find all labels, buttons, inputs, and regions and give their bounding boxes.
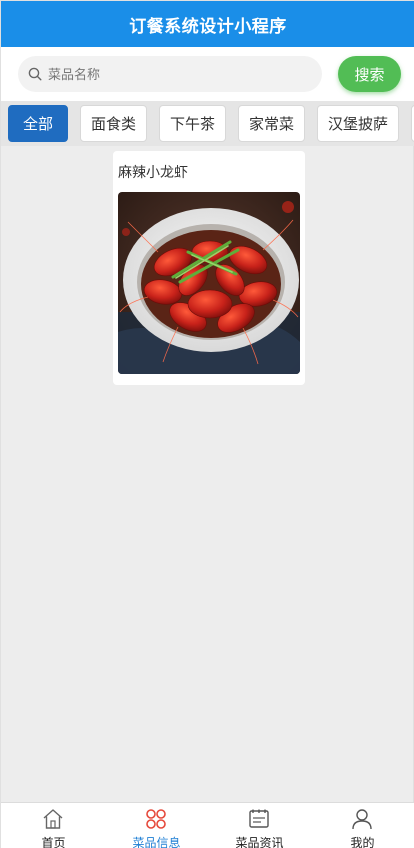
nav-label: 首页 <box>41 836 66 848</box>
app-screen: 订餐系统设计小程序 搜索 全部 面食类 下午茶 家常菜 汉堡披萨 麻辣小龙 <box>0 0 414 848</box>
nav-news[interactable]: 菜品资讯 <box>208 803 311 848</box>
search-box[interactable] <box>18 56 322 92</box>
dish-image[interactable] <box>118 192 300 374</box>
tab-label: 全部 <box>22 116 53 133</box>
search-icon <box>28 67 42 81</box>
nav-label: 我的 <box>350 836 375 848</box>
tab-all[interactable]: 全部 <box>8 105 68 142</box>
tab-label: 面食类 <box>90 116 136 133</box>
page-title: 订餐系统设计小程序 <box>129 16 287 36</box>
menu-grid-icon <box>146 809 166 829</box>
category-tabs: 全部 面食类 下午茶 家常菜 汉堡披萨 <box>1 101 414 146</box>
search-bar: 搜索 <box>1 47 414 101</box>
nav-dishes[interactable]: 菜品信息 <box>105 803 208 848</box>
nav-profile[interactable]: 我的 <box>311 803 414 848</box>
tab-home-cooking[interactable]: 家常菜 <box>238 105 305 142</box>
nav-home[interactable]: 首页 <box>2 803 105 848</box>
bottom-tab-bar: 首页 菜品信息 菜品资讯 我的 <box>1 802 414 848</box>
dish-card[interactable]: 麻辣小龙虾 <box>113 151 305 385</box>
tab-afternoon-tea[interactable]: 下午茶 <box>159 105 226 142</box>
nav-label: 菜品资讯 <box>235 836 284 848</box>
tab-noodles[interactable]: 面食类 <box>80 105 147 142</box>
news-icon <box>249 809 269 828</box>
search-input[interactable] <box>48 56 308 92</box>
nav-label: 菜品信息 <box>132 836 181 848</box>
app-header: 订餐系统设计小程序 <box>1 1 414 47</box>
search-button[interactable]: 搜索 <box>338 56 401 92</box>
tab-label: 下午茶 <box>169 116 215 133</box>
home-icon <box>43 809 63 829</box>
user-icon <box>352 809 372 830</box>
tab-burger-pizza[interactable]: 汉堡披萨 <box>317 105 399 142</box>
tab-label: 汉堡披萨 <box>327 116 388 133</box>
tab-label: 家常菜 <box>248 116 294 133</box>
dish-name: 麻辣小龙虾 <box>118 164 188 180</box>
